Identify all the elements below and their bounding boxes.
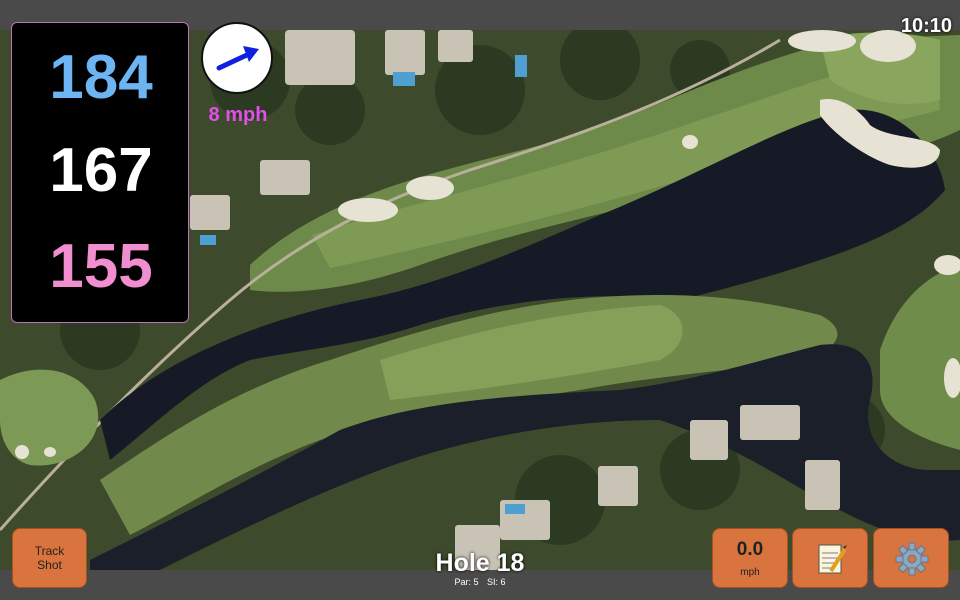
track-shot-label-line1: Track — [34, 544, 65, 558]
hole-par: Par: 5 — [454, 577, 479, 587]
middle-of-green-distance: 167 — [49, 136, 153, 205]
notepad-icon — [818, 544, 847, 574]
wind-direction-arrow-icon — [216, 46, 259, 71]
wind-direction-indicator — [201, 22, 273, 94]
hole-title: Hole 18 — [435, 549, 525, 577]
hole-info: Par: 5 SI: 6 — [380, 577, 580, 587]
track-shot-button[interactable]: Track Shot — [12, 528, 87, 588]
settings-button[interactable] — [873, 528, 949, 588]
distance-panel: 184 167 155 — [11, 22, 189, 323]
track-shot-label-line2: Shot — [37, 558, 62, 572]
gear-icon — [895, 542, 929, 576]
back-of-green-distance: 184 — [49, 43, 153, 112]
wind-speed-unit: mph — [740, 567, 760, 578]
wind-speed-label: 8 mph — [208, 104, 268, 126]
notes-button[interactable] — [792, 528, 868, 588]
clock: 10:10 — [900, 15, 952, 37]
wind-speed-value: 0.0 — [736, 539, 764, 560]
hole-stroke-index: SI: 6 — [487, 577, 506, 587]
front-of-green-distance: 155 — [49, 232, 153, 301]
wind-speed-button[interactable]: 0.0 mph — [712, 528, 788, 588]
